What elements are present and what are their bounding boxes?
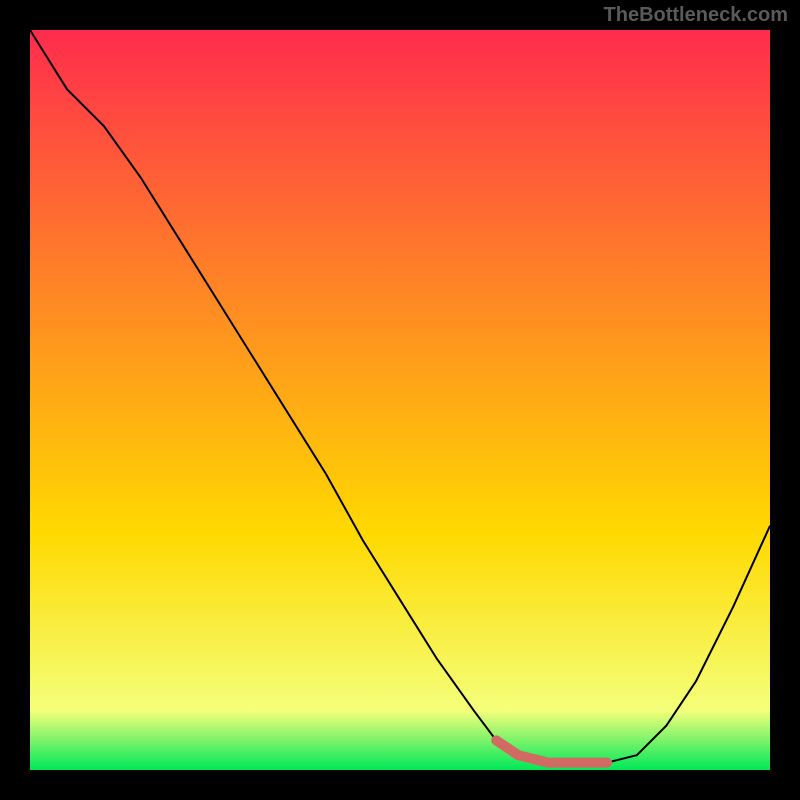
chart-plot — [30, 30, 770, 770]
chart-svg — [30, 30, 770, 770]
watermark-text: TheBottleneck.com — [604, 4, 788, 27]
gradient-background — [30, 30, 770, 770]
